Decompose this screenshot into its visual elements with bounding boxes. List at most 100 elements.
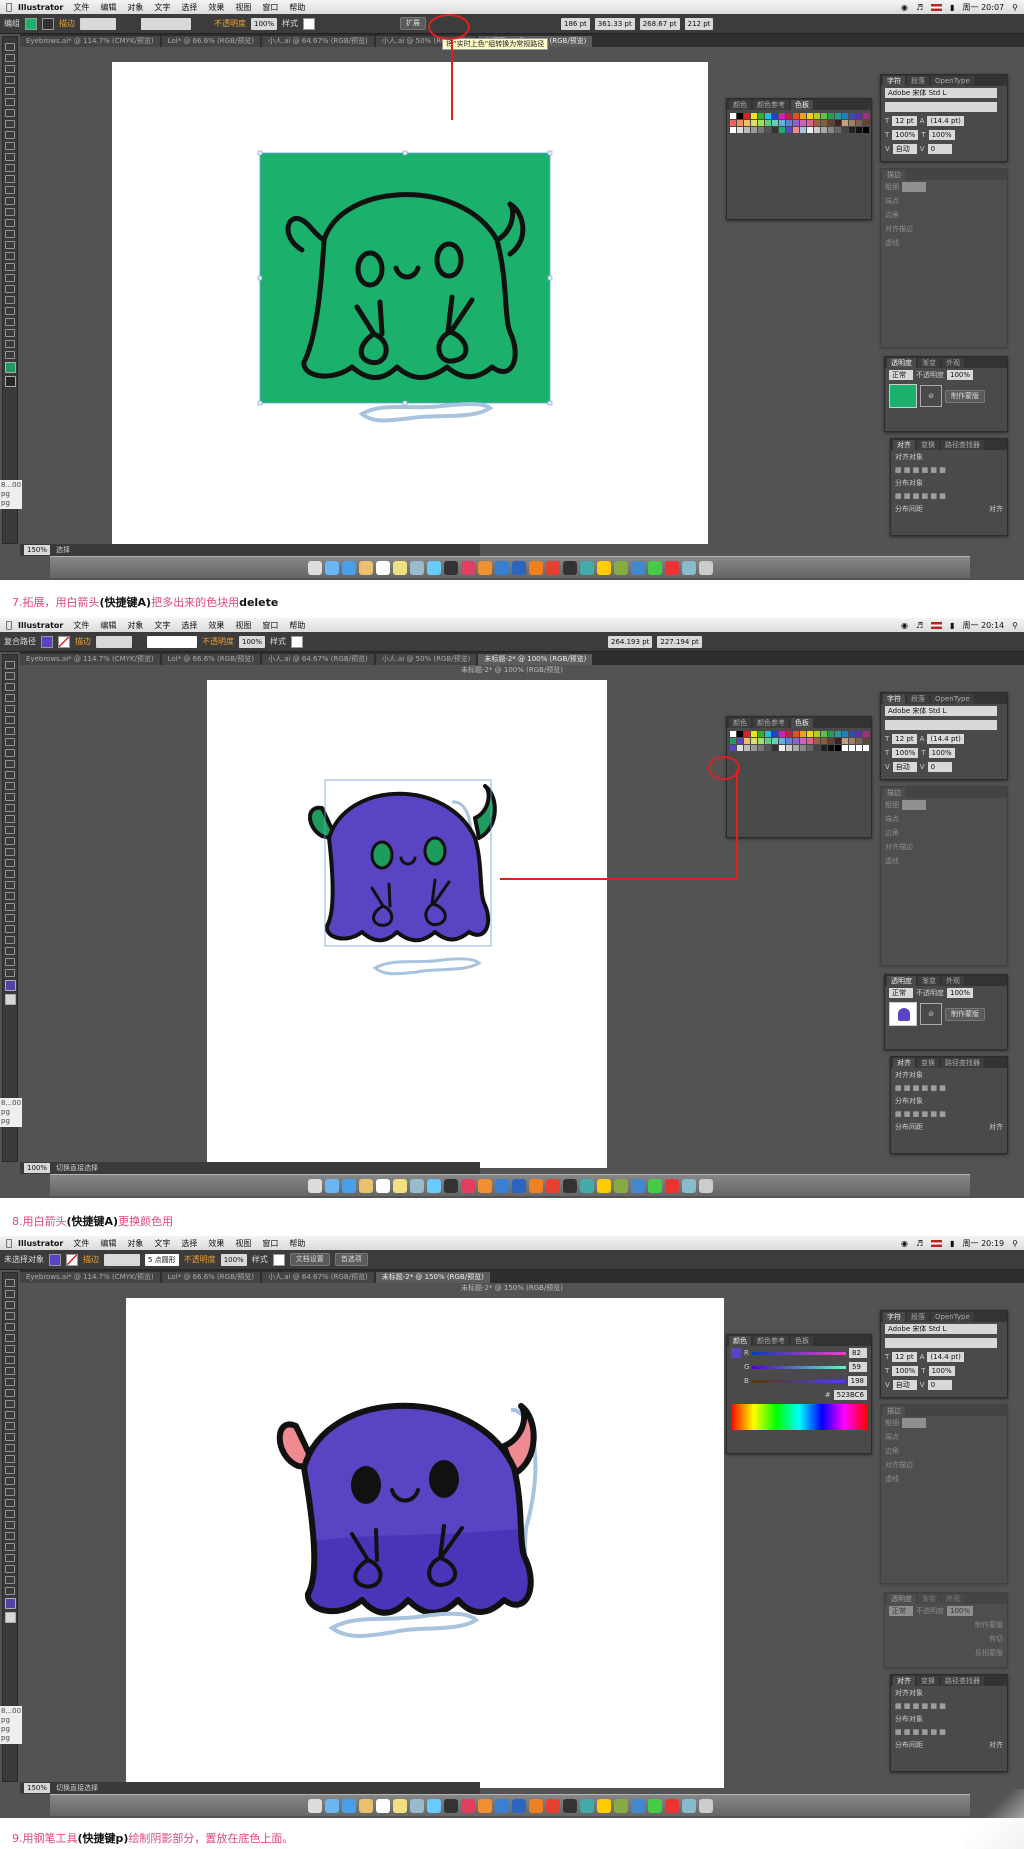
eyedropper-tool-icon[interactable] bbox=[5, 274, 15, 282]
tab-opentype[interactable]: OpenType bbox=[931, 1312, 974, 1322]
variable-width-field[interactable] bbox=[141, 17, 191, 30]
stroke-color-icon[interactable] bbox=[4, 994, 16, 1005]
clock[interactable]: 周一 20:07 bbox=[963, 2, 1005, 13]
leading-field[interactable]: (14.4 pt) bbox=[927, 116, 964, 126]
tracking-field[interactable]: 0 bbox=[927, 762, 952, 772]
menu-view[interactable]: 视图 bbox=[235, 1238, 251, 1249]
tab-opentype[interactable]: OpenType bbox=[931, 694, 974, 704]
search-icon[interactable]: ⚲ bbox=[1012, 3, 1018, 12]
menu-file[interactable]: 文件 bbox=[73, 620, 89, 631]
folder-icon[interactable] bbox=[681, 560, 696, 575]
fill-color-icon[interactable] bbox=[4, 362, 16, 373]
facetime-icon[interactable] bbox=[443, 560, 458, 575]
facetime-icon[interactable] bbox=[443, 1178, 458, 1193]
stickies-icon[interactable] bbox=[392, 560, 407, 575]
appstore-icon[interactable] bbox=[494, 560, 509, 575]
menu-window[interactable]: 窗口 bbox=[262, 1238, 278, 1249]
rectangle-tool-icon[interactable] bbox=[5, 1356, 15, 1364]
app-name[interactable]: Illustrator bbox=[18, 621, 63, 630]
stroke-label[interactable]: 描边 bbox=[75, 636, 91, 647]
menu-select[interactable]: 选择 bbox=[181, 1238, 197, 1249]
music-icon[interactable] bbox=[460, 560, 475, 575]
dash-label[interactable]: 虚线 bbox=[885, 1474, 899, 1484]
wechat-icon[interactable] bbox=[647, 1178, 662, 1193]
app-icon[interactable] bbox=[630, 560, 645, 575]
messages-icon[interactable] bbox=[426, 560, 441, 575]
make-mask-label[interactable]: 制作蒙版 bbox=[975, 1620, 1003, 1630]
type-tool-icon[interactable] bbox=[5, 716, 15, 724]
stroke-weight-input[interactable] bbox=[902, 182, 926, 192]
app-icon[interactable] bbox=[596, 560, 611, 575]
monster-final-artwork[interactable] bbox=[126, 1298, 724, 1788]
photoshop-icon[interactable] bbox=[511, 1798, 526, 1813]
flag-icon[interactable] bbox=[931, 3, 943, 11]
status-mode[interactable]: 切换直接选择 bbox=[56, 1783, 98, 1793]
flag-icon[interactable] bbox=[931, 621, 943, 629]
live-paint-tool-icon[interactable] bbox=[5, 230, 15, 238]
rectangle-tool-icon[interactable] bbox=[5, 738, 15, 746]
menu-type[interactable]: 文字 bbox=[154, 1238, 170, 1249]
tab-pathfinder[interactable]: 路径查找器 bbox=[941, 1676, 984, 1686]
doc-tab[interactable]: 小人.ai @ 64.67% (RGB/预览) bbox=[261, 1272, 374, 1283]
app-icon[interactable] bbox=[613, 1798, 628, 1813]
pen-tool-icon[interactable] bbox=[5, 87, 15, 95]
app-icon[interactable] bbox=[630, 1798, 645, 1813]
lasso-tool-icon[interactable] bbox=[5, 1312, 15, 1320]
status-mode[interactable]: 切换直接选择 bbox=[56, 1163, 98, 1173]
app-icon[interactable] bbox=[613, 1178, 628, 1193]
brush-tool-icon[interactable] bbox=[5, 749, 15, 757]
rotate-tool-icon[interactable] bbox=[5, 793, 15, 801]
menu-window[interactable]: 窗口 bbox=[262, 620, 278, 631]
illustrator-icon[interactable] bbox=[528, 560, 543, 575]
scale-h-field[interactable]: 100% bbox=[928, 748, 955, 758]
calendar-icon[interactable] bbox=[375, 560, 390, 575]
app-name[interactable]: Illustrator bbox=[18, 1239, 63, 1248]
align-buttons-icon[interactable]: ▦ ▦ ▦ ▦ ▦ ▦ bbox=[895, 1084, 946, 1092]
type-tool-icon[interactable] bbox=[5, 1334, 15, 1342]
symbol-sprayer-tool-icon[interactable] bbox=[5, 914, 15, 922]
clock[interactable]: 周一 20:14 bbox=[963, 620, 1005, 631]
doc-tab[interactable]: Eyebrows.ai* @ 114.7% (CMYK/预览) bbox=[20, 36, 160, 47]
mesh-tool-icon[interactable] bbox=[5, 1488, 15, 1496]
folder-icon[interactable] bbox=[681, 1178, 696, 1193]
apple-icon[interactable]:  bbox=[0, 2, 18, 13]
photos-icon[interactable] bbox=[409, 1178, 424, 1193]
app-icon[interactable] bbox=[562, 560, 577, 575]
folder-icon[interactable] bbox=[681, 1798, 696, 1813]
font-style-field[interactable] bbox=[885, 1338, 997, 1348]
menu-object[interactable]: 对象 bbox=[127, 2, 143, 13]
free-transform-tool-icon[interactable] bbox=[5, 208, 15, 216]
swatch-grid[interactable] bbox=[727, 110, 871, 136]
shape-builder-tool-icon[interactable] bbox=[5, 219, 15, 227]
menu-view[interactable]: 视图 bbox=[235, 620, 251, 631]
launchpad-icon[interactable] bbox=[324, 1178, 339, 1193]
leading-field[interactable]: (14.4 pt) bbox=[927, 1352, 964, 1362]
r-input[interactable]: 82 bbox=[849, 1348, 867, 1358]
tracking-field[interactable]: 0 bbox=[927, 1380, 952, 1390]
b-input[interactable]: 198 bbox=[847, 1376, 867, 1386]
tab-color[interactable]: 颜色 bbox=[729, 718, 751, 728]
photos-icon[interactable] bbox=[409, 560, 424, 575]
wifi-icon[interactable]: ◉ bbox=[901, 3, 908, 12]
app-icon[interactable] bbox=[562, 1798, 577, 1813]
doc-tab[interactable]: Eyebrows.ai* @ 114.7% (CMYK/预览) bbox=[20, 1272, 160, 1283]
zoom-tool-icon[interactable] bbox=[5, 1587, 15, 1595]
app-icon[interactable] bbox=[596, 1178, 611, 1193]
line-tool-icon[interactable] bbox=[5, 109, 15, 117]
tab-opentype[interactable]: OpenType bbox=[931, 76, 974, 86]
opacity-input[interactable]: 100% bbox=[947, 988, 974, 998]
menu-edit[interactable]: 编辑 bbox=[100, 620, 116, 631]
magic-wand-tool-icon[interactable] bbox=[5, 1301, 15, 1309]
brush-tool-icon[interactable] bbox=[5, 1367, 15, 1375]
font-size-field[interactable]: 12 pt bbox=[892, 734, 917, 744]
tab-character[interactable]: 字符 bbox=[883, 76, 905, 86]
font-size-field[interactable]: 12 pt bbox=[892, 116, 917, 126]
height-field[interactable]: 227.194 pt bbox=[657, 635, 702, 648]
safari-icon[interactable] bbox=[341, 560, 356, 575]
line-tool-icon[interactable] bbox=[5, 1345, 15, 1353]
zoom-tool-icon[interactable] bbox=[5, 351, 15, 359]
swatch-grid[interactable] bbox=[727, 728, 871, 754]
photoshop-icon[interactable] bbox=[511, 1178, 526, 1193]
scale-h-field[interactable]: 100% bbox=[928, 1366, 955, 1376]
apple-icon[interactable]:  bbox=[0, 1238, 18, 1249]
